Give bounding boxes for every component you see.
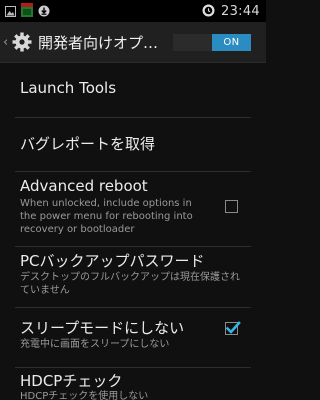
clock: 23:44 [221, 3, 260, 19]
setting-title: PCバックアップパスワード [20, 252, 205, 270]
setting-stay-awake[interactable]: スリープモードにしない 充電中に画面をスリープにしない [0, 308, 266, 367]
toggle-off-track [173, 34, 212, 51]
setting-summary: When unlocked, include options in the po… [20, 198, 193, 235]
setting-title: スリープモードにしない [20, 319, 185, 337]
image-icon [5, 2, 16, 21]
status-bar: 23:44 [0, 0, 266, 22]
stay-awake-checkbox[interactable] [225, 321, 241, 335]
setting-title: バグレポートを取得 [20, 135, 156, 153]
setting-bug-report[interactable]: バグレポートを取得 [0, 118, 266, 171]
setting-summary: デスクトップのフルバックアップは現在保護されていません [20, 272, 240, 296]
screen: 23:44 ‹ 開発者向けオプ… ON Launch Tools バグレポートを… [0, 0, 266, 400]
setting-summary: HDCPチェックを使用しない [20, 391, 149, 400]
download-icon [38, 2, 50, 21]
back-caret-icon[interactable]: ‹ [3, 35, 10, 50]
setting-hdcp-check[interactable]: HDCPチェック HDCPチェックを使用しない [0, 368, 266, 400]
setting-title: Launch Tools [20, 79, 117, 97]
gear-icon[interactable] [11, 31, 33, 53]
setting-pc-backup-password[interactable]: PCバックアップパスワード デスクトップのフルバックアップは現在保護されていませ… [0, 247, 266, 307]
setting-summary: 充電中に画面をスリープにしない [20, 339, 170, 350]
sd-card-icon [21, 2, 33, 21]
action-bar: ‹ 開発者向けオプ… ON [0, 22, 266, 63]
setting-launch-tools[interactable]: Launch Tools [0, 63, 266, 117]
timer-icon [202, 2, 215, 21]
setting-title: Advanced reboot [20, 177, 148, 195]
page-title: 開発者向けオプ… [38, 33, 159, 52]
setting-title: HDCPチェック [20, 372, 123, 390]
advanced-reboot-checkbox[interactable] [225, 200, 238, 213]
checkmark-icon [225, 321, 241, 334]
developer-options-toggle[interactable]: ON [173, 34, 251, 51]
setting-advanced-reboot[interactable]: Advanced reboot When unlocked, include o… [0, 172, 266, 246]
toggle-on-label: ON [212, 34, 251, 51]
